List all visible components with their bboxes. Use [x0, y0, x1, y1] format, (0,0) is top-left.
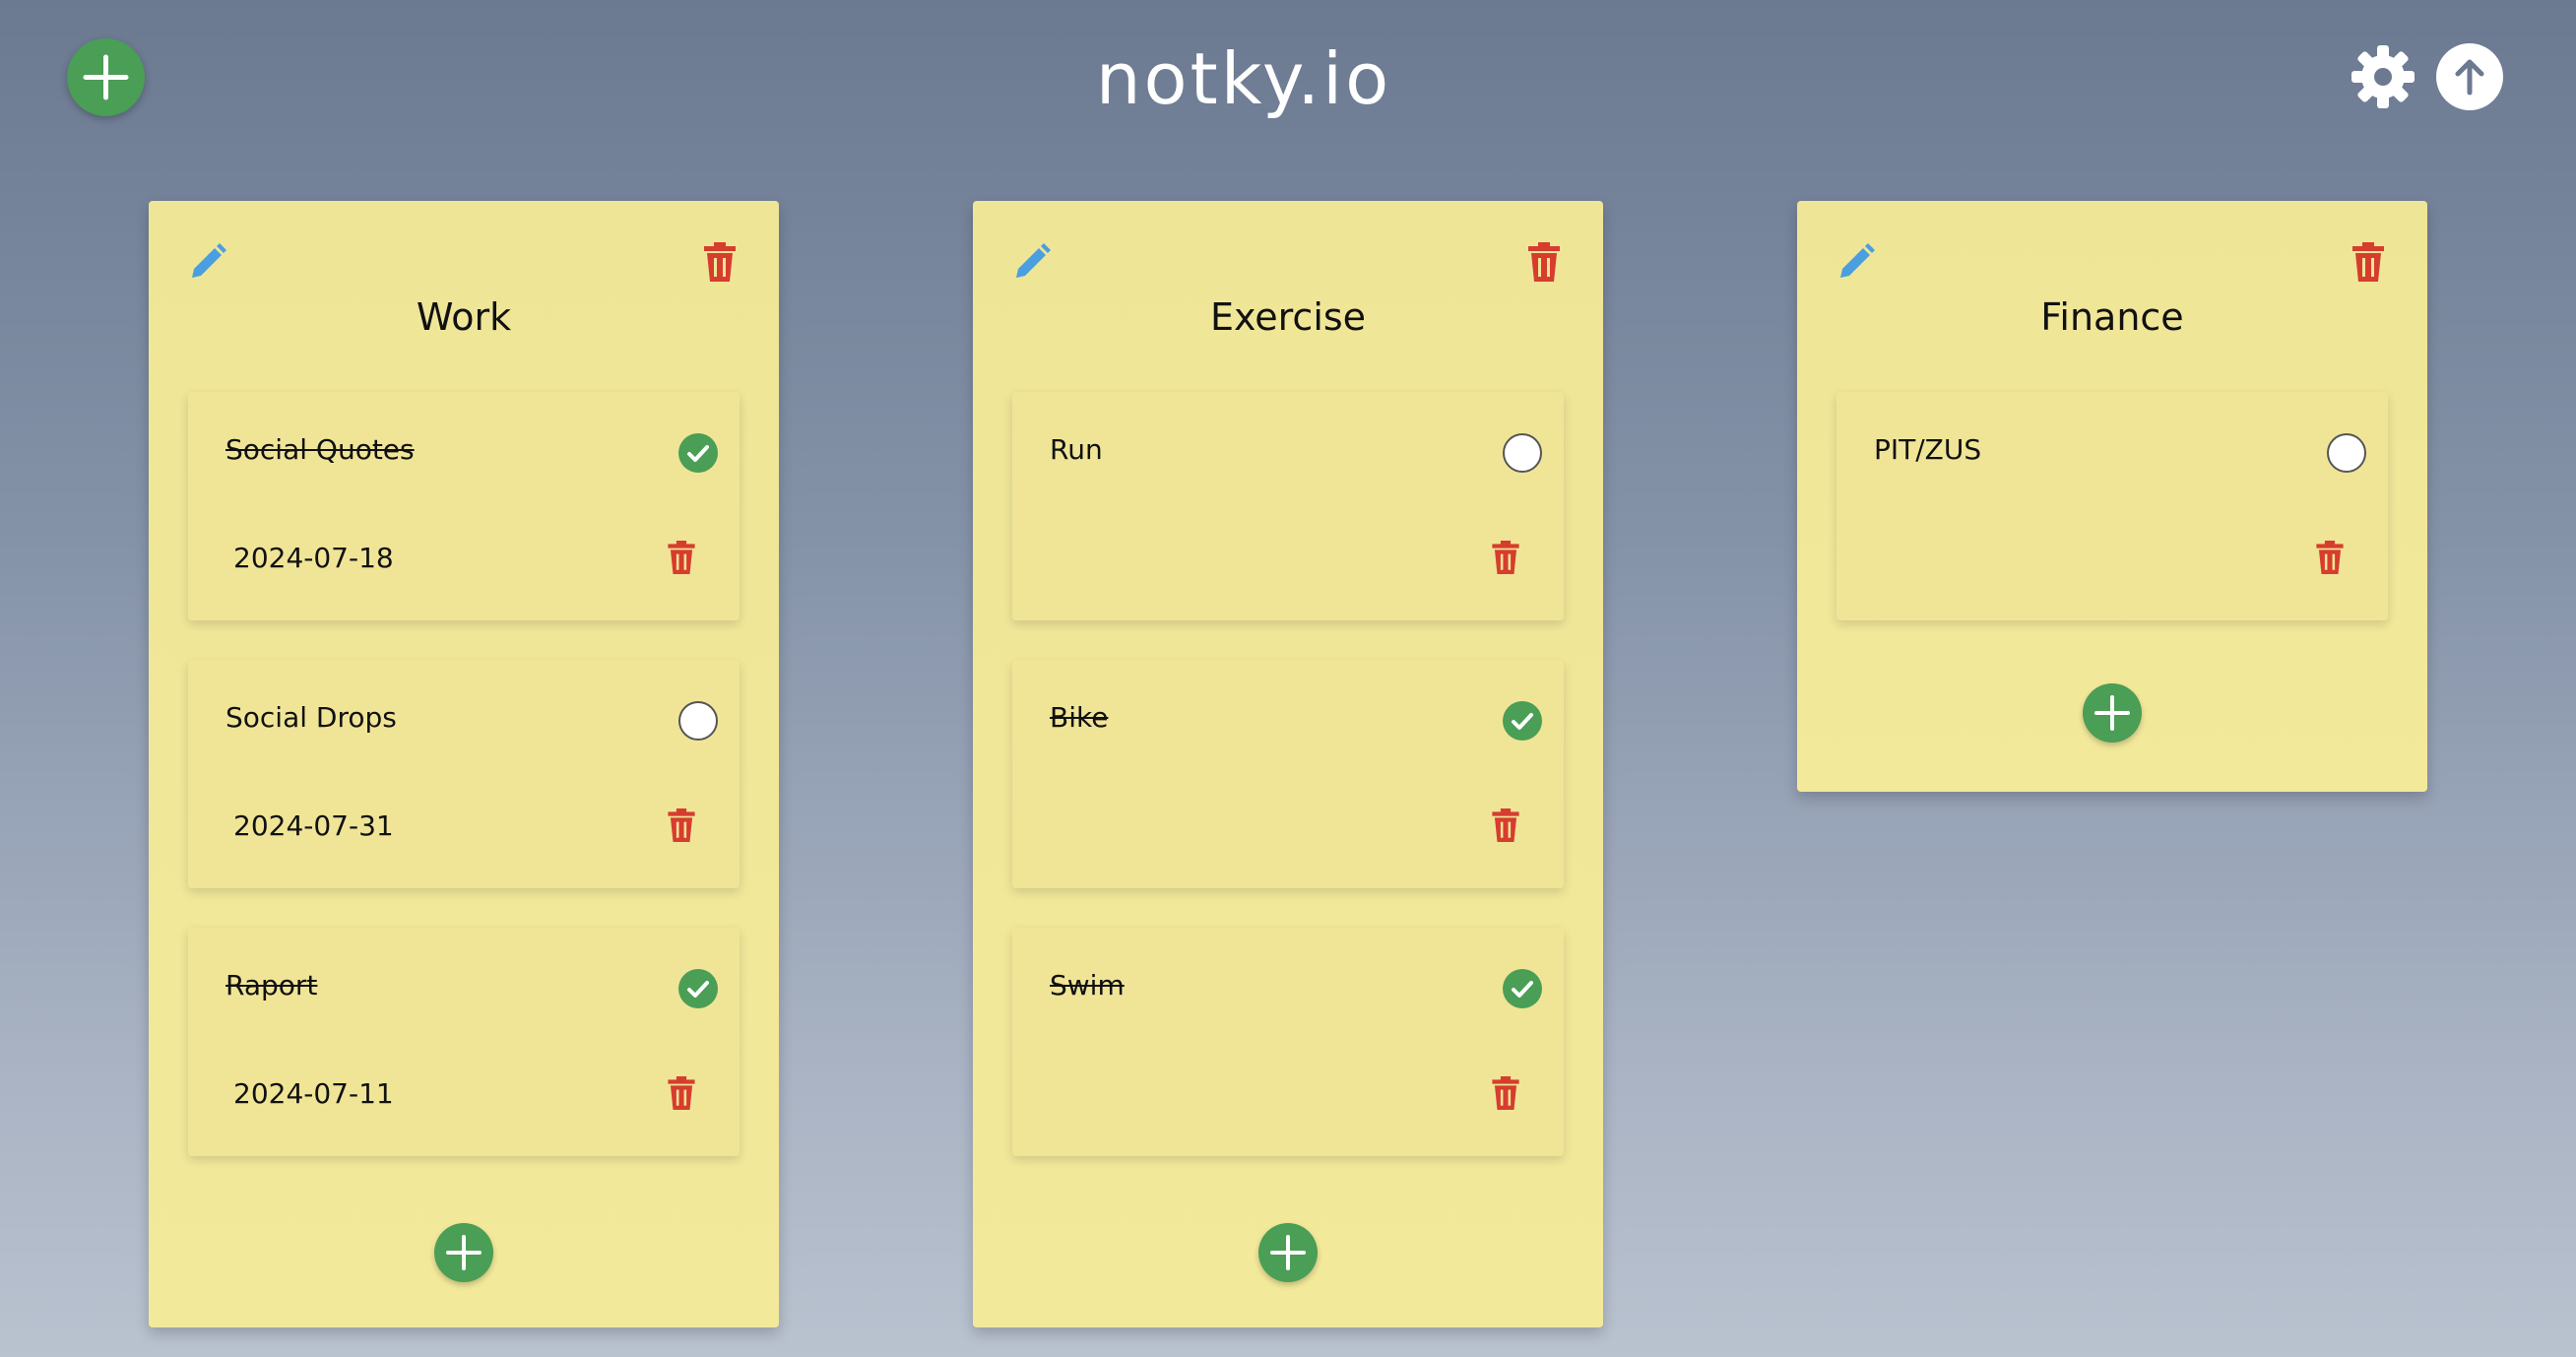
task-checkbox[interactable]	[1503, 701, 1542, 741]
task-card: Social Drops 2024-07-31	[188, 660, 740, 888]
task-label: Raport	[225, 969, 318, 1002]
delete-task-button[interactable]	[1489, 538, 1522, 577]
board-title: Finance	[2040, 295, 2184, 339]
task-label: Social Quotes	[225, 433, 415, 466]
task-checkbox[interactable]	[678, 433, 718, 473]
check-icon	[1512, 981, 1533, 998]
delete-task-button[interactable]	[665, 806, 698, 845]
task-label: Swim	[1050, 969, 1125, 1002]
check-icon	[687, 981, 709, 998]
delete-task-button[interactable]	[1489, 806, 1522, 845]
delete-task-button[interactable]	[665, 1073, 698, 1113]
trash-icon	[668, 1076, 695, 1110]
trash-icon	[1492, 808, 1519, 842]
trash-icon	[2316, 541, 2344, 574]
edit-board-button[interactable]	[1010, 240, 1054, 284]
delete-task-button[interactable]	[665, 538, 698, 577]
delete-board-button[interactable]	[700, 240, 740, 284]
delete-task-button[interactable]	[2313, 538, 2347, 577]
task-date: 2024-07-11	[233, 1077, 394, 1110]
task-checkbox[interactable]	[1503, 433, 1542, 473]
check-icon	[1512, 713, 1533, 730]
delete-task-button[interactable]	[1489, 1073, 1522, 1113]
check-icon	[687, 445, 709, 462]
task-checkbox[interactable]	[2327, 433, 2366, 473]
plus-icon	[446, 1235, 482, 1270]
board-title: Exercise	[1209, 295, 1367, 339]
delete-board-button[interactable]	[1524, 240, 1564, 284]
task-checkbox[interactable]	[678, 969, 718, 1008]
task-checkbox[interactable]	[1503, 969, 1542, 1008]
trash-icon	[668, 541, 695, 574]
board-finance: Finance PIT/ZUS	[1797, 201, 2427, 792]
trash-icon	[1492, 1076, 1519, 1110]
arrow-up-icon	[2455, 59, 2484, 96]
task-label: Social Drops	[225, 701, 397, 734]
task-card: Swim	[1012, 928, 1564, 1156]
settings-button[interactable]	[2348, 41, 2418, 112]
trash-icon	[2352, 242, 2384, 282]
add-task-button[interactable]	[1258, 1223, 1318, 1282]
add-task-button[interactable]	[2083, 683, 2142, 743]
gear-icon	[2351, 45, 2415, 108]
board-work: Work Social Quotes 2024-07-18 Social Dro…	[149, 201, 779, 1327]
edit-board-button[interactable]	[186, 240, 229, 284]
delete-board-button[interactable]	[2349, 240, 2388, 284]
task-date: 2024-07-31	[233, 809, 394, 842]
task-card: Social Quotes 2024-07-18	[188, 392, 740, 620]
pencil-icon	[192, 243, 226, 278]
add-task-button[interactable]	[434, 1223, 493, 1282]
task-card: Run	[1012, 392, 1564, 620]
task-card: Raport 2024-07-11	[188, 928, 740, 1156]
trash-icon	[704, 242, 736, 282]
task-card: Bike	[1012, 660, 1564, 888]
upload-button[interactable]	[2436, 43, 2503, 110]
trash-icon	[1492, 541, 1519, 574]
pencil-icon	[1016, 243, 1051, 278]
task-label: Run	[1050, 433, 1103, 466]
plus-icon	[1270, 1235, 1306, 1270]
task-date: 2024-07-18	[233, 542, 394, 574]
app-title: notky.io	[1095, 37, 1392, 120]
trash-icon	[668, 808, 695, 842]
pencil-icon	[1840, 243, 1875, 278]
edit-board-button[interactable]	[1835, 240, 1878, 284]
task-label: PIT/ZUS	[1874, 433, 1982, 466]
task-label: Bike	[1050, 701, 1109, 734]
board-title: Work	[416, 295, 512, 339]
plus-icon	[2094, 695, 2130, 731]
trash-icon	[1528, 242, 1560, 282]
board-exercise: Exercise Run Bike Swim	[973, 201, 1603, 1327]
task-checkbox[interactable]	[678, 701, 718, 741]
task-card: PIT/ZUS	[1836, 392, 2388, 620]
